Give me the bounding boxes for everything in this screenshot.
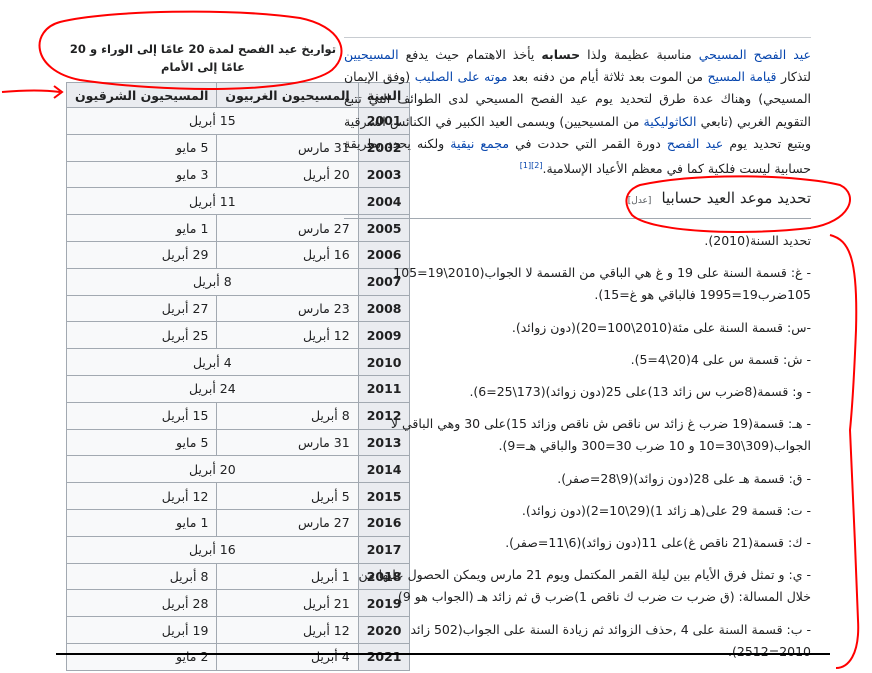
eastern-date-cell: 5 مايو: [65, 428, 218, 457]
western-date-cell: 27 مارس: [216, 214, 359, 242]
link-christians[interactable]: المسيحيين: [344, 47, 399, 62]
shared-date-cell: 20 أبريل: [66, 455, 359, 484]
step-paragraph: - ي: و تمثل فرق الأيام بين ليلة القمر ال…: [358, 567, 811, 605]
eastern-date-cell: 3 مايو: [65, 160, 218, 189]
step-paragraph: تحديد السنة(2010).: [704, 233, 811, 248]
western-date-cell: 31 مارس: [216, 428, 359, 457]
step-paragraph: - ب: قسمة السنة على 4 ,حذف الزوائد ثم زي…: [410, 621, 811, 659]
eastern-date-cell: 27 أبريل: [65, 294, 218, 323]
header-western[interactable]: المسيحيون الغربيون: [216, 82, 359, 108]
eastern-date-cell: 25 أبريل: [65, 321, 218, 350]
top-divider: [344, 37, 811, 38]
western-date-cell: 1 أبريل: [216, 562, 359, 591]
eastern-date-cell: 19 أبريل: [65, 616, 218, 644]
annotation-arrow: [1, 85, 64, 99]
table-caption: تواريخ عيد الفصح لمدة 20 عامًا إلى الورا…: [69, 42, 337, 74]
link-crucifixion[interactable]: موته على الصليب: [415, 69, 508, 84]
link-easter[interactable]: عيد الفصح: [667, 136, 723, 151]
link-catholicism[interactable]: الكاثوليكية: [644, 114, 697, 129]
header-eastern[interactable]: المسيحيون الشرقيون: [65, 82, 218, 108]
eastern-date-cell: 15 أبريل: [65, 401, 218, 430]
shared-date-cell: 16 أبريل: [66, 535, 359, 564]
step-paragraph: - غ: قسمة السنة على 19 و غ هي الباقي من …: [393, 265, 811, 303]
eastern-date-cell: 8 أبريل: [65, 562, 218, 591]
link-resurrection[interactable]: قيامة المسيح: [707, 69, 776, 84]
western-date-cell: 8 أبريل: [216, 401, 359, 430]
western-date-cell: 5 أبريل: [216, 482, 359, 510]
shared-date-cell: 24 أبريل: [66, 374, 359, 403]
step-paragraph: - ك: قسمة(21 ناقص غ)على 11(دون زوائد)(6\…: [505, 535, 811, 551]
western-date-cell: 21 أبريل: [216, 589, 359, 618]
western-date-cell: 20 أبريل: [216, 160, 359, 189]
shared-date-cell: 15 أبريل: [66, 107, 359, 135]
western-date-cell: 27 مارس: [216, 508, 359, 537]
section-title: تحديد موعد العيد حسابيا: [661, 189, 811, 207]
step-paragraph: - هـ: قسمة(19 ضرب غ زائد س ناقص ش ناقص و…: [390, 416, 811, 454]
reference-links[interactable]: [2][1]: [520, 161, 543, 170]
western-date-cell: 4 أبريل: [216, 642, 359, 671]
step-paragraph: - و: قسمة(8ضرب س زائد 13)على 25(دون زوائ…: [469, 384, 811, 400]
edit-section-link[interactable]: [عدل]: [628, 196, 652, 206]
western-date-cell: 31 مارس: [216, 133, 359, 162]
step-paragraph: - ق: قسمة هـ على 28(دون زوائد)(9\28=صفر)…: [557, 470, 811, 486]
calculation-steps: تحديد السنة(2010). - غ: قسمة السنة على 19…: [350, 230, 811, 673]
eastern-date-cell: 1 مايو: [65, 508, 218, 537]
eastern-date-cell: 29 أبريل: [65, 240, 218, 269]
shared-date-cell: 11 أبريل: [66, 187, 359, 216]
annotation-brace: [829, 234, 860, 669]
western-date-cell: 12 أبريل: [216, 321, 359, 350]
link-christian-easter[interactable]: عيد الفصح المسيحي: [699, 47, 811, 62]
eastern-date-cell: 28 أبريل: [65, 589, 218, 618]
bottom-line: [56, 653, 830, 655]
step-paragraph: -س: قسمة السنة على مئة(2010\100=20)(دون …: [511, 319, 811, 335]
western-date-cell: 23 مارس: [216, 294, 359, 323]
link-council-nicaea[interactable]: مجمع نيقية: [450, 136, 509, 151]
shared-date-cell: 8 أبريل: [66, 267, 359, 296]
section-heading: تحديد موعد العيد حسابيا [عدل]: [344, 189, 811, 207]
heading-underline: [344, 218, 811, 219]
eastern-date-cell: 1 مايو: [65, 214, 218, 242]
intro-paragraph: عيد الفصح المسيحي مناسبة عظيمة ولذا حساب…: [344, 47, 812, 177]
eastern-date-cell: 12 أبريل: [65, 482, 218, 510]
western-date-cell: 16 أبريل: [216, 240, 359, 269]
step-paragraph: - ش: قسمة س على 4(20\4=5).: [630, 351, 811, 367]
eastern-date-cell: 5 مايو: [65, 133, 218, 162]
eastern-date-cell: 2 مايو: [65, 642, 218, 671]
western-date-cell: 12 أبريل: [216, 616, 359, 644]
step-paragraph: - ت: قسمة 29 على(هـ زائد 1)(29\10=2)(دون…: [521, 502, 811, 518]
shared-date-cell: 4 أبريل: [66, 348, 359, 376]
